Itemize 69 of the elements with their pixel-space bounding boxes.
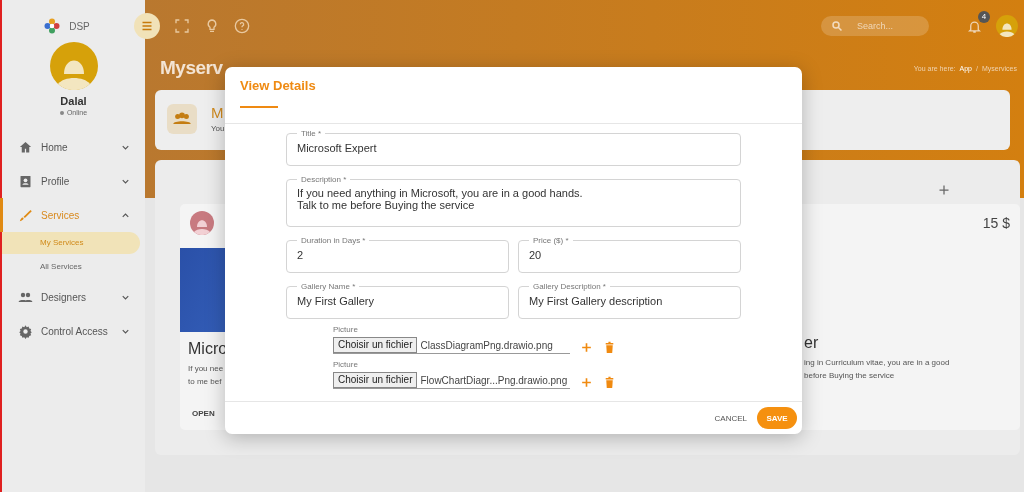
user-avatar-icon — [190, 211, 214, 235]
choose-file-button[interactable]: Choisir un fichier — [333, 337, 418, 353]
open-button[interactable]: OPEN — [184, 406, 223, 421]
text-input[interactable]: My First Gallery — [297, 292, 498, 307]
text-input[interactable]: If you need anything in Microsoft, you are in a good hands. Talk to me before Buying the service — [297, 184, 730, 213]
file-input[interactable]: Choisir un fichier ClassDiagramPng.drawio.png — [333, 337, 570, 354]
text-area[interactable]: Description * If you need anything in Microsoft, you are in a good hands. Talk to me before Buying the service — [286, 175, 741, 227]
trash-icon[interactable] — [603, 376, 616, 389]
service-title: Micro — [188, 340, 228, 358]
nav-item[interactable]: Profile — [0, 164, 145, 198]
cancel-button[interactable]: CANCEL — [712, 409, 749, 427]
people-icon — [167, 104, 197, 134]
field-label: Title * — [300, 129, 323, 138]
plus-icon[interactable] — [938, 184, 950, 196]
notification-badge: 4 — [978, 10, 990, 23]
brush-icon — [18, 207, 33, 223]
contact-card-icon — [18, 173, 33, 189]
plus-icon[interactable] — [580, 376, 593, 389]
text-input[interactable]: My First Gallery description — [529, 292, 730, 307]
user-avatar-icon — [49, 42, 98, 90]
search-input[interactable]: Search... — [857, 21, 917, 31]
service-price: 15 $ — [982, 215, 1010, 231]
text-input[interactable]: 2 — [297, 246, 498, 261]
text-field[interactable]: Price ($) * 20 — [518, 236, 741, 273]
field-label: Gallery Description * — [532, 282, 607, 291]
user-avatar-icon[interactable] — [996, 15, 1018, 37]
nav-item[interactable]: Control Access — [0, 314, 145, 348]
dialog-title: View Details — [240, 78, 317, 93]
plus-icon[interactable] — [580, 341, 593, 354]
menu-button[interactable] — [134, 13, 160, 39]
search-bar[interactable]: Search... — [821, 16, 929, 36]
nav-item[interactable]: Designers — [0, 280, 145, 314]
nav-item[interactable]: Home — [0, 130, 145, 164]
text-input[interactable]: Microsoft Expert — [297, 139, 730, 154]
flower-logo-icon — [43, 17, 62, 35]
choose-file-button[interactable]: Choisir un fichier — [333, 372, 418, 388]
service-description: to me bef — [188, 376, 222, 387]
service-description: ing in Curriculum vitae, you are in a good — [804, 357, 950, 368]
search-icon — [831, 20, 843, 32]
service-description: before Buying the service — [804, 370, 895, 381]
home-icon — [18, 139, 33, 155]
gear-icon — [18, 323, 33, 339]
text-field[interactable]: Title * Microsoft Expert — [286, 129, 741, 166]
file-label: Picture — [333, 360, 359, 369]
field-label: Duration in Days * — [300, 236, 367, 245]
trash-icon[interactable] — [603, 341, 616, 354]
bell-icon[interactable] — [967, 18, 982, 34]
file-label: Picture — [333, 325, 359, 334]
page-title: Myserv — [160, 57, 223, 79]
file-input[interactable]: Choisir un fichier FlowChartDiagr...Png.drawio.png — [333, 372, 570, 389]
text-field[interactable]: Gallery Description * My First Gallery description — [518, 282, 741, 319]
intro-title: M — [211, 104, 225, 122]
fullscreen-icon[interactable] — [174, 18, 190, 34]
text-input[interactable]: 20 — [529, 246, 730, 261]
field-label: Gallery Name * — [300, 282, 357, 291]
text-field[interactable]: Duration in Days * 2 — [286, 236, 509, 273]
brand-name: DSP — [69, 20, 90, 32]
menu-icon — [141, 20, 153, 32]
file-name: ClassDiagramPng.drawio.png — [420, 339, 553, 351]
intro-text: You — [211, 124, 225, 133]
service-description: If you nee — [188, 363, 224, 374]
file-name: FlowChartDiagr...Png.drawio.png — [420, 374, 568, 386]
help-icon[interactable] — [234, 18, 250, 34]
submenu-item[interactable]: All Services — [2, 256, 140, 278]
field-label: Price ($) * — [532, 236, 570, 245]
field-label: Description * — [300, 175, 348, 184]
service-title: er — [804, 334, 819, 352]
user-name: Dalal — [60, 95, 87, 107]
text-field[interactable]: Gallery Name * My First Gallery — [286, 282, 509, 319]
